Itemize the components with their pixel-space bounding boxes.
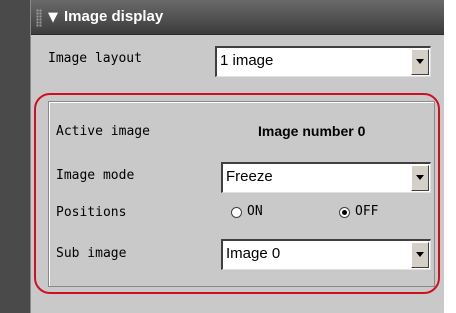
image-display-panel: ▼ Image display Image layout 1 image Act… [30,0,445,313]
left-sidebar-bar [0,0,30,313]
image-layout-label: Image layout [48,51,142,66]
section-header[interactable]: ▼ Image display [31,0,445,35]
right-margin [444,0,456,313]
collapse-triangle-icon[interactable]: ▼ [48,11,58,24]
image-layout-dropdown-arrow-icon[interactable] [411,49,429,75]
image-layout-select[interactable]: 1 image [215,46,431,77]
image-layout-value: 1 image [220,52,274,69]
section-title: Image display [64,8,164,25]
highlight-outline [34,93,440,294]
grip-handle-icon[interactable] [36,9,42,27]
